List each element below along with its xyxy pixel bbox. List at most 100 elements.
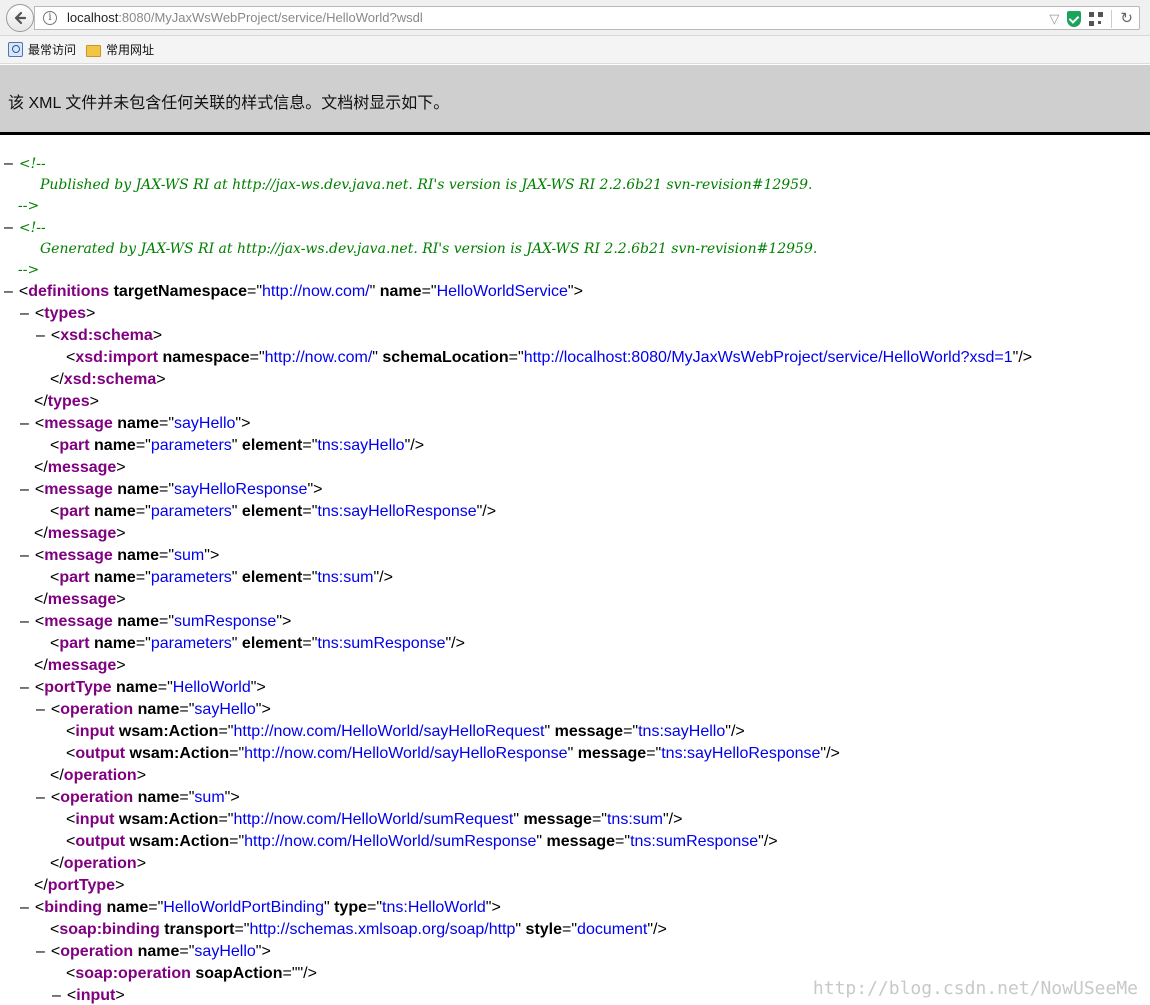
markup-text: "> [276, 613, 292, 630]
markup-text: < [34, 305, 45, 322]
collapse-toggle[interactable]: – [36, 789, 45, 806]
xml-line: – <binding name="HelloWorldPortBinding" t… [20, 897, 501, 919]
markup-text: =" [508, 349, 524, 366]
attribute-name: element [237, 569, 303, 586]
tag-name: message [44, 547, 113, 564]
collapse-toggle[interactable]: – [20, 899, 29, 916]
tag-name: portType [47, 877, 116, 894]
markup-text: > [116, 657, 126, 674]
comment-close-line: --> [18, 195, 39, 217]
attribute-name: name [133, 701, 180, 718]
xml-line: – <types> [20, 303, 95, 325]
attribute-name: element [237, 503, 303, 520]
info-icon[interactable]: i [43, 11, 57, 25]
markup-text: =" [591, 811, 607, 828]
collapse-toggle[interactable]: – [36, 701, 45, 718]
xml-line: <part name="parameters" element="tns:say… [50, 501, 496, 523]
markup-text: =" [159, 547, 175, 564]
markup-text: > [152, 327, 163, 344]
markup-text: =" [302, 635, 318, 652]
markup-text: "> [485, 899, 501, 916]
attribute-value: http://now.com/HelloWorld/sumResponse [244, 833, 537, 850]
tag-name: xsd:schema [63, 371, 157, 388]
markup-text: =" [159, 481, 175, 498]
attribute-name: name [375, 283, 422, 300]
attribute-name: name [112, 613, 159, 630]
collapse-toggle[interactable]: – [20, 481, 29, 498]
xml-line: – <message name="sumResponse"> [20, 611, 291, 633]
collapse-toggle[interactable]: – [4, 219, 13, 236]
markup-text: > [86, 305, 96, 322]
xml-style-notice: 该 XML 文件并未包含任何关联的样式信息。文档树显示如下。 [0, 65, 1150, 135]
tag-name: types [44, 305, 87, 322]
markup-text: =" [421, 283, 437, 300]
attribute-name: name [102, 899, 149, 916]
attribute-name: message [573, 745, 647, 762]
xml-line: – <input> [52, 985, 125, 1005]
xml-line: – <message name="sum"> [20, 545, 219, 567]
attribute-name: name [89, 503, 136, 520]
markup-text: =" [249, 349, 265, 366]
attribute-value: http://now.com/ [262, 283, 370, 300]
attribute-value: sum [174, 547, 205, 564]
bookmark-most-visited[interactable]: 最常访问 [8, 41, 76, 58]
qr-code-icon[interactable] [1089, 12, 1104, 26]
attribute-name: name [89, 569, 136, 586]
markup-text: =" [229, 745, 245, 762]
attribute-value: sayHelloResponse [174, 481, 308, 498]
markup-text: > [89, 393, 99, 410]
markup-text: < [34, 899, 45, 916]
attribute-value: HelloWorldService [436, 283, 568, 300]
attribute-name: targetNamespace [109, 283, 247, 300]
dropdown-icon[interactable]: ▽ [1049, 11, 1059, 27]
collapse-toggle[interactable]: – [36, 327, 45, 344]
back-button[interactable] [6, 4, 34, 32]
attribute-value: parameters [150, 569, 232, 586]
markup-text: "> [204, 547, 220, 564]
shield-icon[interactable] [1067, 11, 1082, 27]
attribute-name: wsam:Action [125, 745, 230, 762]
collapse-toggle[interactable]: – [52, 987, 61, 1004]
xml-line: </message> [34, 457, 126, 479]
comment-close-line: --> [18, 259, 39, 281]
collapse-toggle[interactable]: – [20, 305, 29, 322]
collapse-toggle[interactable]: – [20, 613, 29, 630]
url-text[interactable]: localhost:8080/MyJaxWsWebProject/service… [67, 10, 423, 25]
tag-name: part [59, 635, 90, 652]
markup-text: < [34, 613, 45, 630]
markup-text: </ [50, 371, 64, 388]
collapse-toggle[interactable]: – [20, 547, 29, 564]
tag-name: message [44, 415, 113, 432]
refresh-icon[interactable]: ↻ [1120, 11, 1133, 27]
tag-name: portType [44, 679, 112, 696]
markup-text: < [50, 789, 61, 806]
markup-text: < [66, 965, 76, 982]
markup-text: < [50, 569, 60, 586]
xml-line: <soap:operation soapAction=""/> [66, 963, 317, 985]
markup-text: < [66, 349, 76, 366]
collapse-toggle[interactable]: – [20, 679, 29, 696]
markup-text: > [115, 877, 125, 894]
attribute-value: sumResponse [174, 613, 277, 630]
collapse-toggle[interactable]: – [4, 283, 13, 300]
attribute-name: name [112, 547, 159, 564]
tag-name: operation [63, 767, 137, 784]
attribute-value: http://now.com/HelloWorld/sumRequest [233, 811, 514, 828]
bookmark-common-sites[interactable]: 常用网址 [86, 41, 154, 58]
collapse-toggle[interactable]: – [36, 943, 45, 960]
tag-name: message [47, 525, 117, 542]
xml-line: </operation> [50, 853, 146, 875]
markup-text: =" [562, 921, 578, 938]
xml-line: <soap:binding transport="http://schemas.… [50, 919, 667, 941]
markup-text: > [136, 855, 147, 872]
markup-text: =" [234, 921, 250, 938]
collapse-toggle[interactable]: – [20, 415, 29, 432]
attribute-name: element [237, 635, 303, 652]
tag-name: types [47, 393, 90, 410]
address-bar[interactable]: i localhost:8080/MyJaxWsWebProject/servi… [34, 6, 1140, 30]
collapse-toggle[interactable]: – [4, 155, 13, 172]
markup-text: > [116, 459, 126, 476]
markup-text: </ [34, 657, 48, 674]
attribute-value: HelloWorld [172, 679, 251, 696]
markup-text: < [34, 547, 45, 564]
